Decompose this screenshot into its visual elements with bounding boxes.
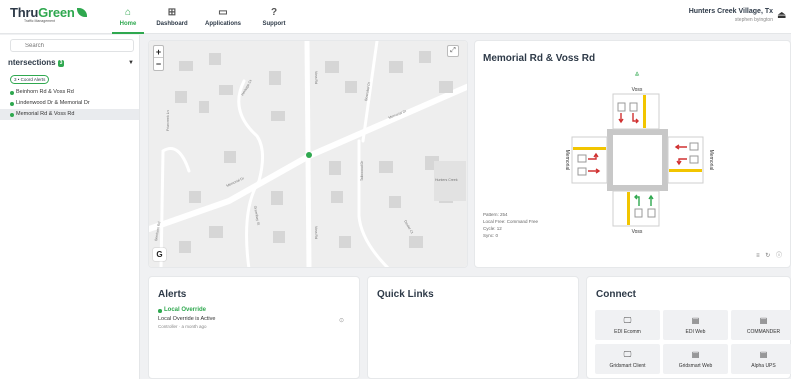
window-icon: ▤ — [691, 349, 700, 359]
google-logo[interactable]: G — [153, 248, 166, 261]
intersections-header[interactable]: ntersections 3 ▼ — [8, 58, 134, 70]
status-dot-icon — [10, 113, 14, 117]
north-arrow-icon: ⩓ — [635, 69, 640, 78]
nav-home-label: Home — [119, 21, 137, 27]
connect-label: COMMANDER — [746, 328, 781, 335]
street-label: Voss Rd — [314, 226, 318, 239]
connect-label: Gridsmart Client — [609, 362, 646, 369]
connect-alpha-ups[interactable]: ▤ Alpha UPS — [731, 344, 791, 374]
intersection-marker[interactable] — [306, 152, 312, 158]
window-icon: ▤ — [691, 315, 700, 325]
intersection-item[interactable]: Beinhorn Rd & Voss Rd — [0, 87, 139, 98]
east-approach-label: Memorial — [708, 150, 714, 171]
user-menu-icon[interactable]: ⏏ — [777, 10, 788, 21]
intersection-panel: Memorial Rd & Voss Rd ⩓ Voss Voss Memori… — [474, 40, 791, 268]
user-name: stephen byington — [734, 17, 773, 23]
intersection-list: Beinhorn Rd & Voss Rd Lindenwood Dr & Me… — [0, 87, 139, 120]
connect-edi-ecomm[interactable]: 🖵 EDI Ecomm — [595, 310, 660, 340]
north-approach-label: Voss — [632, 87, 643, 93]
intersections-count-badge: 3 — [57, 60, 65, 67]
home-icon: ⌂ — [124, 7, 132, 18]
main-nav: ⌂ Home ⊞ Dashboard ▭ Applications ? Supp… — [106, 0, 296, 34]
connect-label: EDI Ecomm — [614, 328, 641, 335]
connect-grid: 🖵 EDI Ecomm ▤ EDI Web ▤ COMMANDER 🖵 Gridsmar… — [595, 310, 791, 374]
nav-applications-label: Applications — [204, 21, 241, 27]
support-icon: ? — [270, 7, 278, 18]
west-approach-label: Memorial — [564, 150, 570, 171]
poi-label: Hunters Creek — [435, 178, 458, 182]
user-block[interactable]: Hunters Creek Village, Tx stephen byingt… — [689, 8, 773, 23]
coord-alerts-chip[interactable]: 3 • Coord Alerts — [10, 75, 50, 84]
sidebar: ⌕ ntersections3 ▼ 3 • Coord Alerts Beinh… — [0, 35, 140, 379]
nav-support-label: Support — [262, 21, 286, 27]
alert-dot-icon — [158, 309, 162, 313]
chevron-down-icon[interactable]: ▼ — [128, 60, 134, 66]
map-panel[interactable]: Memorial Dr Memorial Dr Voss Rd Voss Rd … — [148, 40, 468, 268]
signal-diagram: ⩓ Voss Voss Memorial Memorial — [564, 69, 714, 235]
alert-title-text: Local Override — [164, 307, 207, 313]
intersection-title: Memorial Rd & Voss Rd — [483, 53, 596, 64]
intersection-item[interactable]: Lindenwood Dr & Memorial Dr — [0, 98, 139, 109]
monitor-icon: 🖵 — [623, 349, 632, 359]
pattern-value: Pattern: 254 — [483, 212, 508, 217]
applications-icon: ▭ — [218, 7, 228, 18]
user-location: Hunters Creek Village, Tx — [688, 8, 773, 15]
connect-panel: Connect 🖵 EDI Ecomm ▤ EDI Web ▤ COMMANDER 🖵… — [586, 276, 791, 379]
nav-dashboard[interactable]: ⊞ Dashboard — [150, 0, 194, 34]
fullscreen-icon[interactable]: ⤢ — [447, 45, 459, 57]
quick-links-panel: Quick Links — [367, 276, 579, 379]
dashboard-icon: ⊞ — [167, 7, 177, 18]
alert-title: Local Override — [158, 307, 352, 313]
dismiss-icon[interactable]: ⊙ — [339, 317, 344, 324]
nav-support[interactable]: ? Support — [252, 0, 296, 34]
mode-value: Local Free: Command Free — [483, 219, 539, 224]
connect-label: Gridsmart Web — [678, 362, 713, 369]
south-approach-label: Voss — [632, 229, 643, 235]
status-dot-icon — [10, 102, 14, 106]
connect-edi-web[interactable]: ▤ EDI Web — [663, 310, 728, 340]
window-icon: ▤ — [759, 349, 768, 359]
alert-item[interactable]: Local Override Local Override is Active … — [158, 307, 352, 329]
alert-description: Local Override is Active — [158, 316, 216, 322]
alerts-title: Alerts — [158, 289, 187, 300]
connect-gridsmart-web[interactable]: ▤ Gridsmart Web — [663, 344, 728, 374]
zoom-out-button[interactable]: − — [154, 58, 163, 70]
monitor-icon: 🖵 — [623, 315, 632, 325]
connect-label: Alpha UPS — [751, 362, 776, 369]
connect-title: Connect — [596, 289, 636, 300]
signal-stats: Pattern: 254 Local Free: Command Free Cy… — [483, 211, 538, 239]
nav-applications[interactable]: ▭ Applications — [194, 0, 252, 34]
map-canvas[interactable]: Memorial Dr Memorial Dr Voss Rd Voss Rd … — [149, 41, 468, 268]
street-label: Friarcreek Ln — [166, 110, 170, 131]
alert-meta: Controller · a month ago — [158, 324, 207, 329]
search-input[interactable] — [10, 39, 134, 52]
street-label: Voss Rd — [314, 71, 318, 84]
intersections-title: ntersections — [8, 58, 56, 67]
status-dot-icon — [10, 91, 14, 95]
connect-commander[interactable]: ▤ COMMANDER — [731, 310, 791, 340]
intersection-item[interactable]: Memorial Rd & Voss Rd — [0, 109, 139, 120]
street-label: Tallowood Dr — [360, 160, 364, 181]
connect-label: EDI Web — [685, 328, 706, 335]
quick-links-title: Quick Links — [377, 289, 434, 300]
zoom-control: + − — [153, 45, 164, 71]
top-bar: ThruGreen Traffic Management ⌂ Home ⊞ Da… — [0, 0, 791, 34]
intersection-label: Lindenwood Dr & Memorial Dr — [16, 100, 90, 106]
connect-gridsmart-client[interactable]: 🖵 Gridsmart Client — [595, 344, 660, 374]
alerts-panel: Alerts Local Override Local Override is … — [148, 276, 360, 379]
intersection-label: Beinhorn Rd & Voss Rd — [16, 89, 74, 95]
intersection-label: Memorial Rd & Voss Rd — [16, 111, 75, 117]
leaf-icon — [76, 8, 87, 17]
window-icon: ▤ — [759, 315, 768, 325]
zoom-in-button[interactable]: + — [154, 46, 163, 58]
nav-dashboard-label: Dashboard — [156, 21, 188, 27]
brand-logo[interactable]: ThruGreen Traffic Management — [10, 5, 87, 23]
sync-value: Sync: 0 — [483, 233, 499, 238]
nav-home[interactable]: ⌂ Home — [106, 0, 150, 34]
cycle-value: Cycle: 12 — [483, 226, 502, 231]
panel-tools-icons[interactable]: ≡ ↻ ⓘ — [756, 250, 784, 259]
brand-name: ThruGreen — [10, 5, 87, 20]
